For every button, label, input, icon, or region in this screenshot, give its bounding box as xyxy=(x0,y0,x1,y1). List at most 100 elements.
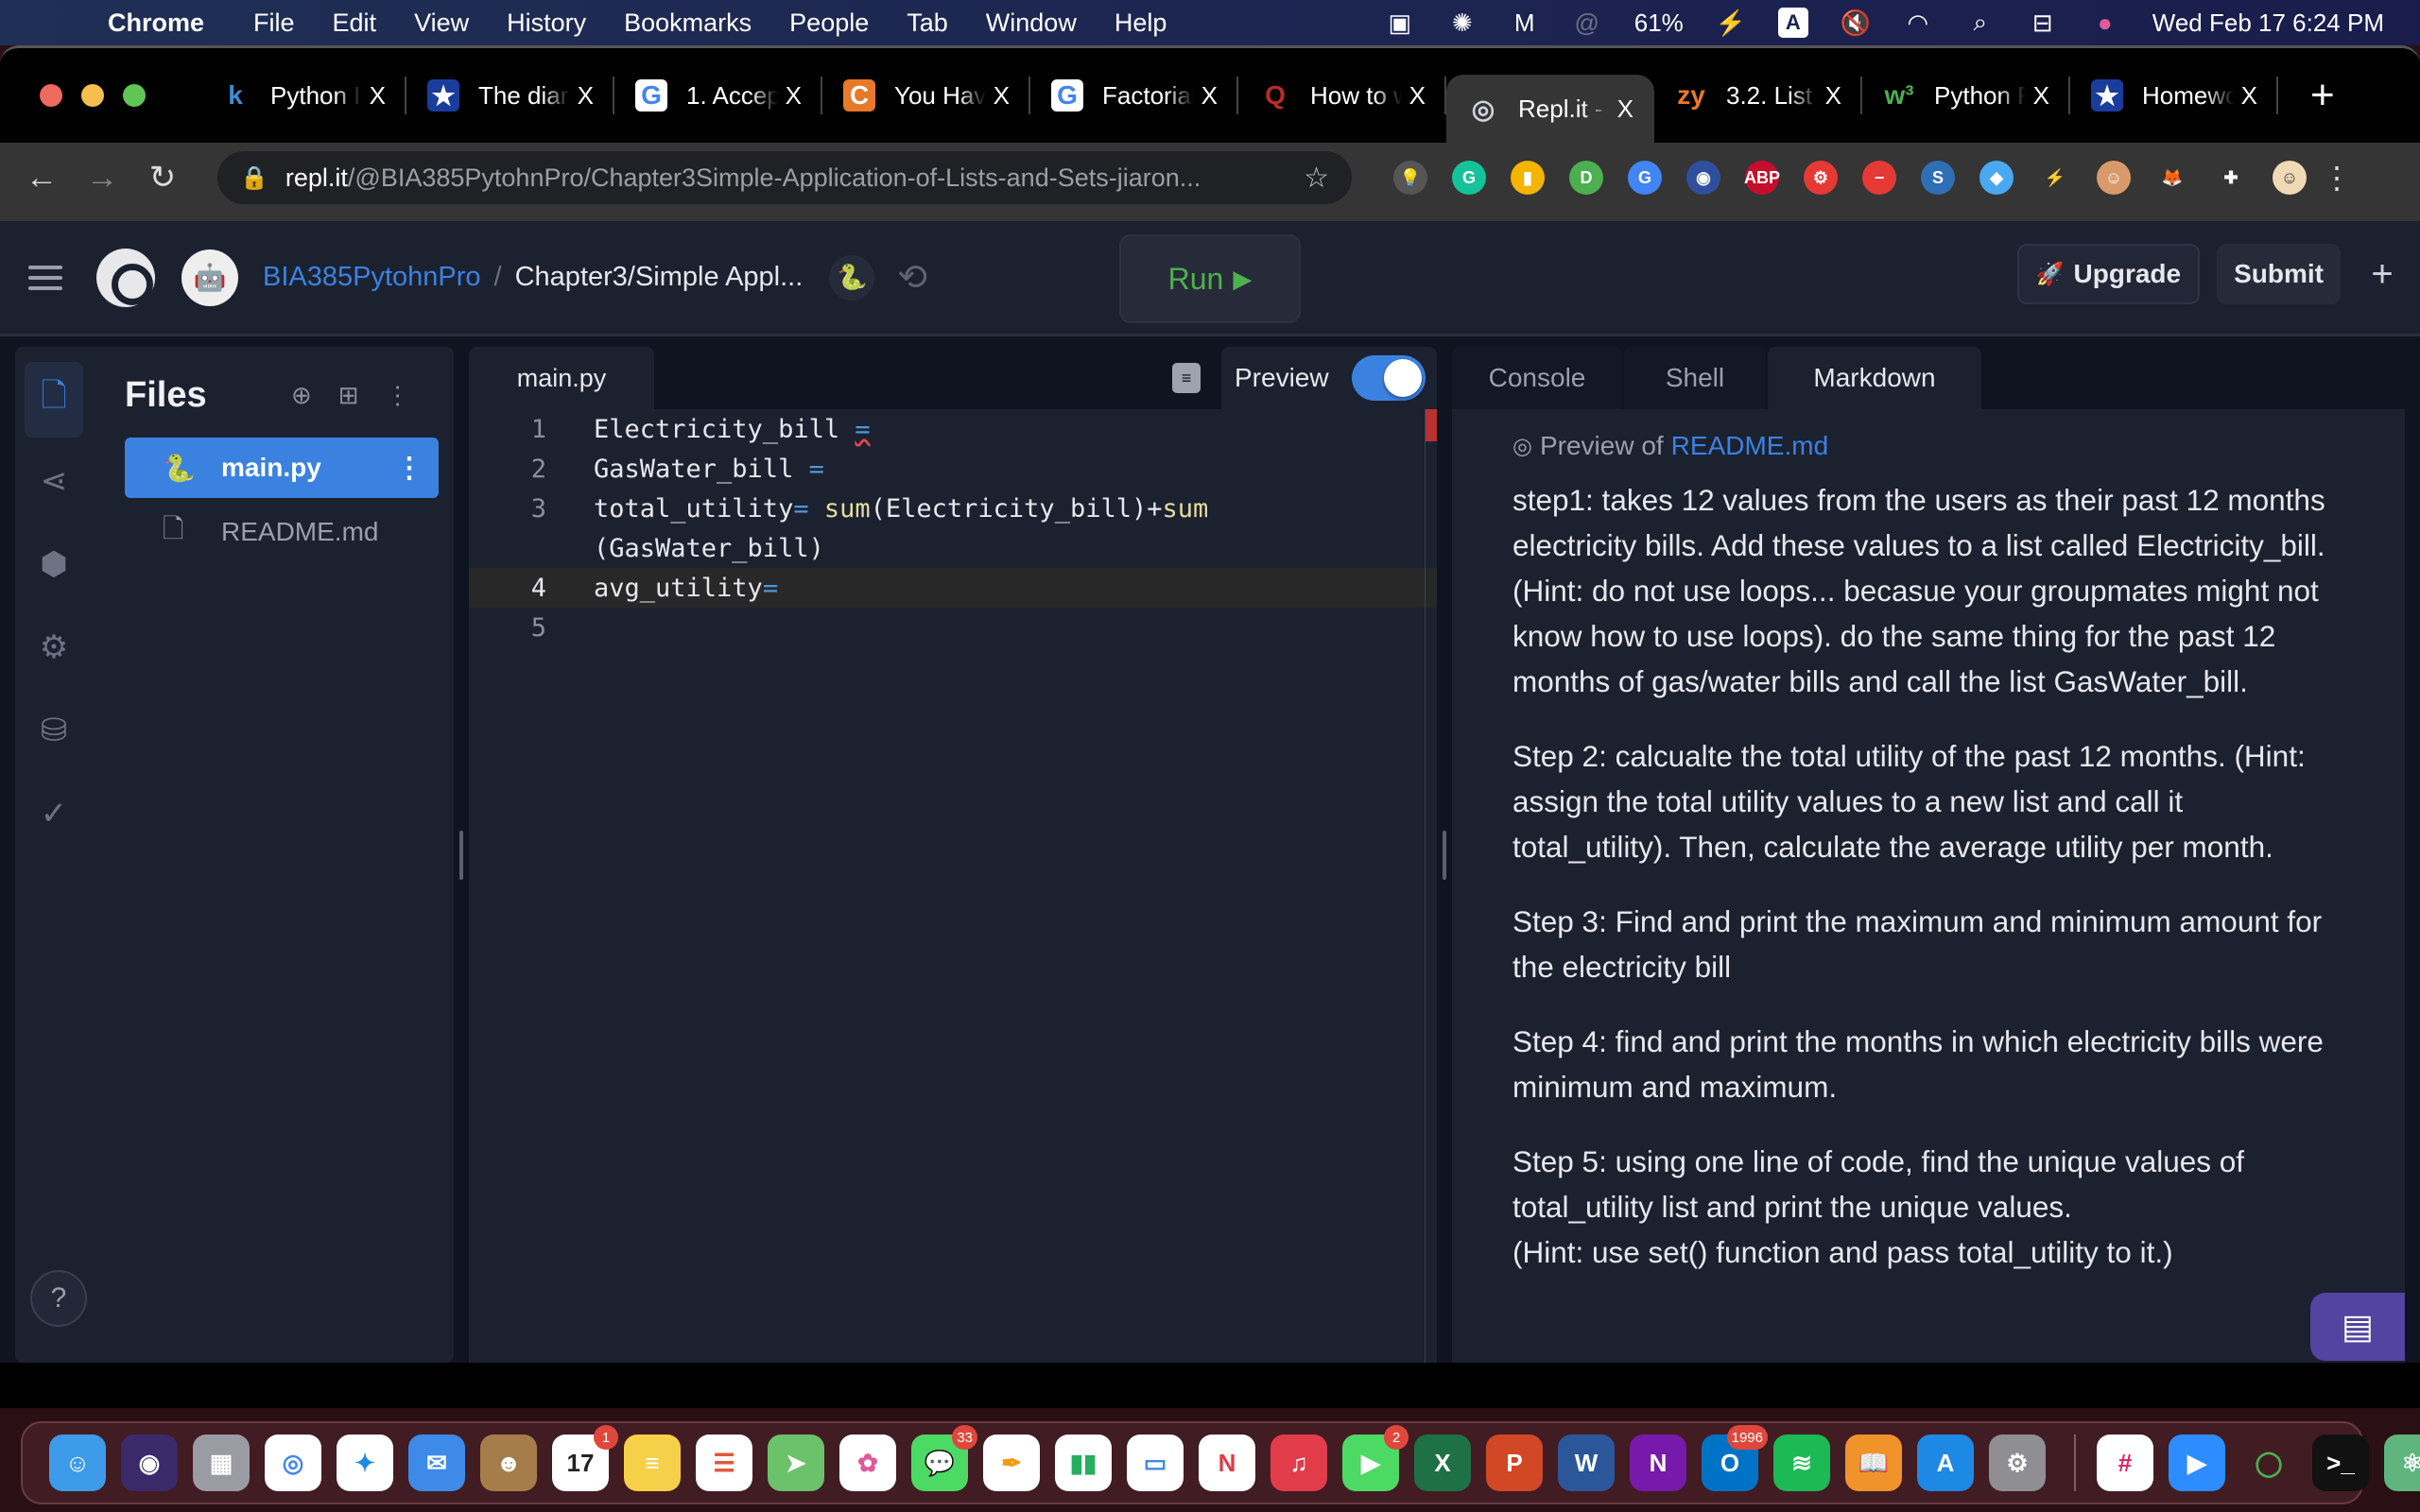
editor-scrollbar[interactable] xyxy=(1425,409,1426,1363)
menu-view[interactable]: View xyxy=(414,9,469,38)
browser-tab[interactable]: G 1. Accep X xyxy=(614,65,822,126)
new-folder-icon[interactable]: ⊞ xyxy=(338,381,359,410)
dock-contacts[interactable]: ☻ xyxy=(480,1435,537,1491)
menu-history[interactable]: History xyxy=(507,9,586,38)
dock-calendar[interactable]: 17 1 xyxy=(552,1425,618,1491)
dock-powerpoint[interactable]: P xyxy=(1486,1435,1543,1491)
forward-button[interactable]: → xyxy=(72,160,132,197)
file-menu-icon[interactable]: ⋮ xyxy=(395,452,424,485)
lightbulb-extension-icon[interactable]: 💡 xyxy=(1393,161,1427,195)
history-icon[interactable]: ⟲ xyxy=(897,256,927,299)
browser-tab[interactable]: w³ Python FX xyxy=(1862,65,2070,126)
battery-charging-icon[interactable]: ⚡ xyxy=(1716,9,1746,37)
browser-tab[interactable]: G Factorial X xyxy=(1030,65,1238,126)
spotlight-search-icon[interactable]: ⌕ xyxy=(1965,8,1996,37)
metamask-extension-icon[interactable]: 🦊 xyxy=(2155,161,2189,195)
close-tab-icon[interactable]: X xyxy=(1825,81,1841,111)
input-source-icon[interactable]: A xyxy=(1777,8,1808,38)
files-more-icon[interactable]: ⋮ xyxy=(386,381,410,410)
chrome-menu-icon[interactable]: ⋮ xyxy=(2322,160,2352,196)
browser-tab[interactable]: zy 3.2. List X xyxy=(1654,65,1862,126)
sidebar-item-settings[interactable]: ⚙ xyxy=(25,610,83,685)
sidebar-item-database[interactable]: ⛁ xyxy=(25,693,83,768)
close-tab-icon[interactable]: X xyxy=(1201,81,1218,111)
close-tab-icon[interactable]: X xyxy=(786,81,802,111)
editor-tab-main-py[interactable]: main.py xyxy=(469,347,654,409)
dock-mail[interactable]: ✉ xyxy=(408,1435,465,1491)
dock-facetime[interactable]: ▶ 2 xyxy=(1342,1425,1409,1491)
dock-word[interactable]: W xyxy=(1558,1435,1615,1491)
profile-avatar[interactable]: ☺ xyxy=(2273,161,2307,195)
dock-numbers[interactable]: ▮▮ xyxy=(1055,1435,1112,1491)
file-item-main-py[interactable]: 🐍 main.py ⋮ xyxy=(125,438,439,498)
dock-system-preferences[interactable]: ⚙ xyxy=(1989,1435,2046,1491)
google-translate-extension-icon[interactable]: G xyxy=(1628,161,1662,195)
address-bar[interactable]: 🔒 repl.it /@BIA385PytohnPro/Chapter3Simp… xyxy=(217,151,1352,204)
wifi-icon[interactable]: ◠ xyxy=(1903,9,1933,37)
s-ext-extension-icon[interactable]: S xyxy=(1921,161,1955,195)
dock-excel[interactable]: X xyxy=(1414,1435,1471,1491)
dock-slack[interactable]: # xyxy=(2097,1435,2153,1491)
zoom-window-button[interactable] xyxy=(123,84,146,107)
code-line[interactable]: (GasWater_bill) xyxy=(469,528,1437,568)
close-tab-icon[interactable]: X xyxy=(370,81,386,111)
dock-chrome[interactable]: ◎ xyxy=(265,1435,321,1491)
error-marker[interactable] xyxy=(1426,409,1437,441)
format-code-icon[interactable]: ≡ xyxy=(1172,363,1201,393)
dock-atom[interactable]: ⚛ xyxy=(2384,1435,2420,1491)
dock-messages[interactable]: 💬 33 xyxy=(911,1425,977,1491)
menu-bookmarks[interactable]: Bookmarks xyxy=(624,9,752,38)
code-line[interactable]: 4 avg_utility= xyxy=(469,568,1437,608)
control-center-icon[interactable]: ⊟ xyxy=(2028,9,2058,37)
tab-console[interactable]: Console xyxy=(1452,347,1622,409)
dock-photos[interactable]: ✿ xyxy=(839,1435,896,1491)
sidebar-item-checks[interactable]: ✓ xyxy=(25,776,83,851)
close-tab-icon[interactable]: X xyxy=(1409,81,1426,111)
malwarebytes-icon[interactable]: M xyxy=(1510,9,1540,37)
dock-maps[interactable]: ➤ xyxy=(768,1435,824,1491)
dock-pages[interactable]: ✒ xyxy=(983,1435,1040,1491)
volume-muted-icon[interactable]: 🔇 xyxy=(1841,9,1871,37)
dock-jupyter[interactable]: ◯ xyxy=(2240,1435,2297,1491)
dock-launchpad[interactable]: ▦ xyxy=(193,1435,250,1491)
menu-app-chrome[interactable]: Chrome xyxy=(108,9,204,38)
menu-tab[interactable]: Tab xyxy=(907,9,948,38)
file-item-readme[interactable]: 🗋 README.md xyxy=(125,502,439,562)
dock-siri[interactable]: ◉ xyxy=(121,1435,178,1491)
pane-resize-handle[interactable] xyxy=(1443,831,1446,880)
globe-extension-icon[interactable]: ◉ xyxy=(1686,161,1720,195)
lightning-extension-icon[interactable]: ⚡ xyxy=(2038,161,2072,195)
diamond-extension-icon[interactable]: ◆ xyxy=(1979,161,2014,195)
menu-help[interactable]: Help xyxy=(1115,9,1167,38)
sidebar-item-packages[interactable]: ⬢ xyxy=(25,526,83,602)
browser-tab[interactable]: Q How to wX xyxy=(1238,65,1446,126)
reload-button[interactable]: ↻ xyxy=(132,159,193,197)
dock-spotify[interactable]: ≋ xyxy=(1773,1435,1830,1491)
upgrade-button[interactable]: 🚀 Upgrade xyxy=(2016,244,2201,304)
breadcrumb-owner[interactable]: BIA385PytohnPro xyxy=(263,262,481,293)
brightness-icon[interactable]: ✺ xyxy=(1447,9,1478,37)
code-line[interactable]: 1 Electricity_bill = xyxy=(469,409,1437,449)
sidebar-item-files[interactable]: 🗋 xyxy=(25,362,83,438)
grammarly-extension-icon[interactable]: G xyxy=(1452,161,1486,195)
readme-link[interactable]: README.md xyxy=(1671,431,1828,461)
dock-books[interactable]: 📖 xyxy=(1845,1435,1902,1491)
zoom-status-icon[interactable]: ▣ xyxy=(1385,9,1415,37)
dock-outlook[interactable]: O 1996 xyxy=(1702,1425,1768,1491)
settings-ext-extension-icon[interactable]: ⚙ xyxy=(1804,161,1838,195)
dock-onenote[interactable]: N xyxy=(1630,1435,1686,1491)
menu-window[interactable]: Window xyxy=(986,9,1077,38)
code-line[interactable]: 5 xyxy=(469,608,1437,647)
dock-safari[interactable]: ✦ xyxy=(337,1435,393,1491)
menu-edit[interactable]: Edit xyxy=(333,9,377,38)
new-tab-button[interactable]: + xyxy=(2310,72,2335,119)
block-extension-icon[interactable]: − xyxy=(1862,161,1896,195)
help-button[interactable]: ? xyxy=(30,1270,87,1327)
close-tab-icon[interactable]: X xyxy=(2241,81,2257,111)
run-button[interactable]: Run ▶ xyxy=(1119,234,1301,323)
hamburger-menu-icon[interactable] xyxy=(28,265,62,290)
chat-button[interactable]: ▤ xyxy=(2310,1293,2405,1361)
browser-tab[interactable]: k Python I X xyxy=(199,65,406,126)
minimize-window-button[interactable] xyxy=(81,84,104,107)
browser-tab[interactable]: ★ Homewo X xyxy=(2070,65,2278,126)
